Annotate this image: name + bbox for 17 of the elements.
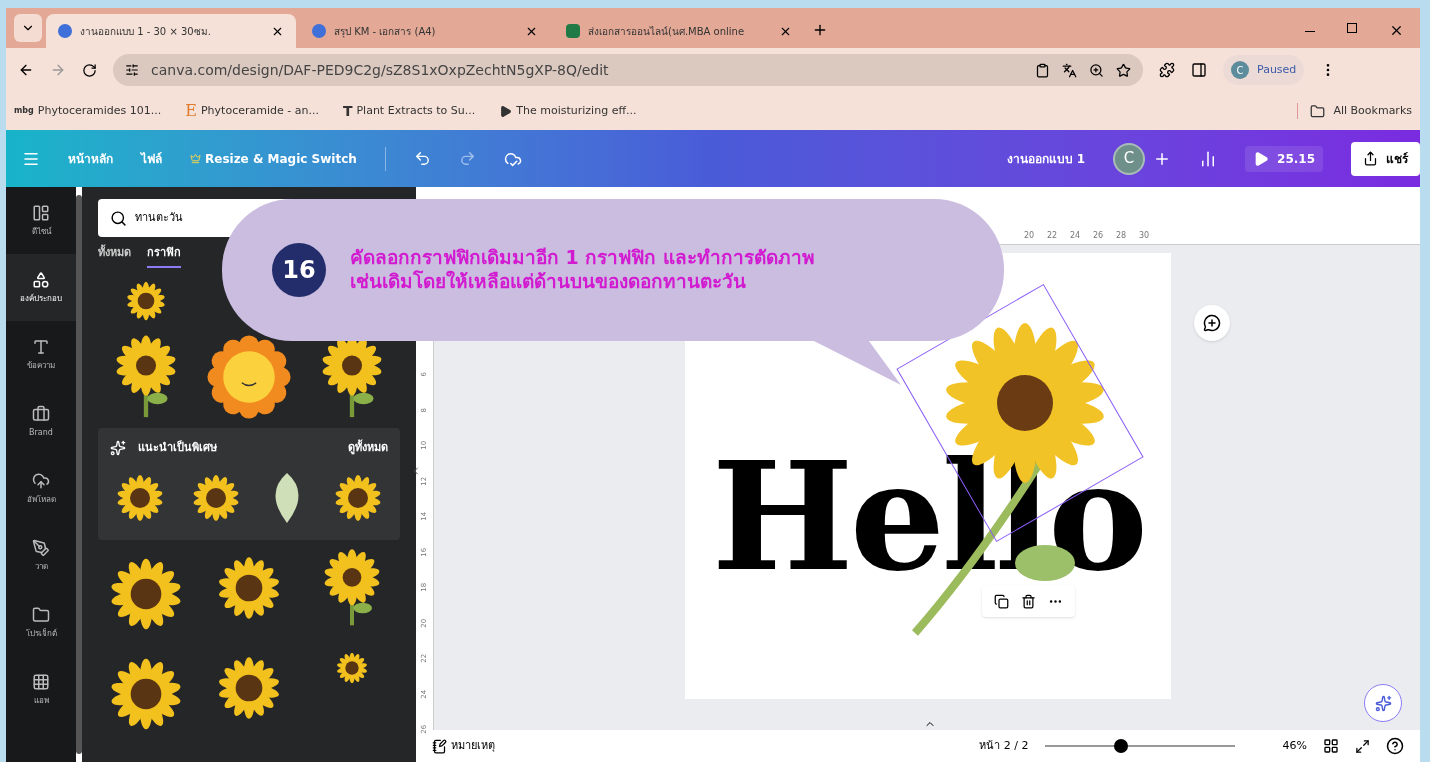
tab-title: ส่งเอกสารออนไลน์(นศ.MBA online xyxy=(588,24,746,39)
bookmark-favicon: mbg xyxy=(14,105,34,117)
bookmark-favicon: T xyxy=(342,101,353,121)
ruler-number: 30 xyxy=(1139,229,1151,242)
ruler-number: 24 xyxy=(1070,229,1082,242)
ruler-number: 22 xyxy=(1047,229,1059,242)
ruler-number: 26 xyxy=(1093,229,1105,242)
bookmark-favicon: E xyxy=(185,100,197,122)
featured-title: แนะนำเป็นพิเศษ xyxy=(138,439,218,456)
profile-avatar: C xyxy=(1231,61,1249,79)
profile-status: Paused xyxy=(1257,61,1297,78)
ruler-number: 20 xyxy=(1024,229,1036,242)
step-number: 16 xyxy=(272,243,326,297)
url-text: canva.com/design/DAF-PED9C2g/sZ8S1xOxpZechtN5gXP-8Q/edit xyxy=(151,60,610,80)
tab-title: สรุป KM - เอกสาร (A4) xyxy=(334,24,437,39)
tab-title: งานออกแบบ 1 - 30 × 30ซม. xyxy=(80,24,212,39)
ruler-number: 28 xyxy=(1116,229,1128,242)
